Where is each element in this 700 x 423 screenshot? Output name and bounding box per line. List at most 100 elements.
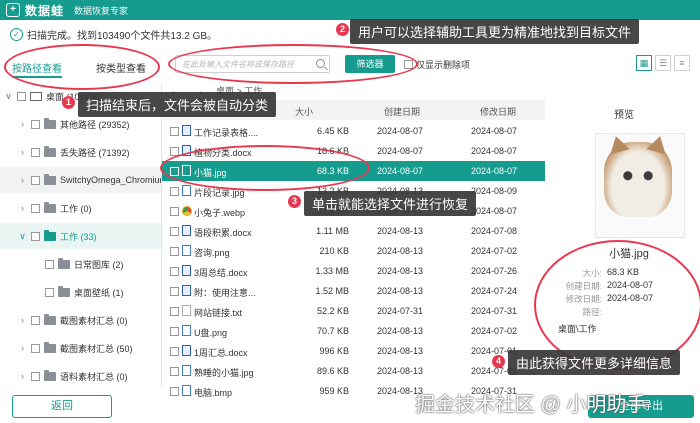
search-input[interactable] — [176, 56, 311, 72]
chevron-right-icon[interactable]: › — [18, 203, 27, 213]
only-deleted-checkbox[interactable] — [404, 60, 413, 69]
row-checkbox[interactable] — [170, 127, 179, 136]
only-deleted-toggle[interactable]: 仅显示删除项 — [404, 58, 470, 71]
list-view-icon[interactable]: ☰ — [655, 55, 671, 71]
view-mode-switch: ▦ ☰ ≡ — [636, 55, 690, 71]
tree-item-checkbox[interactable] — [31, 175, 40, 185]
row-checkbox[interactable] — [170, 347, 179, 356]
row-checkbox[interactable] — [170, 147, 179, 156]
row-checkbox[interactable] — [170, 287, 179, 296]
file-name: 咨询.png — [194, 248, 230, 258]
folder-icon — [44, 173, 56, 185]
search-icon[interactable] — [316, 59, 325, 68]
tab-by-path[interactable]: 按路径查看 — [12, 60, 62, 75]
table-row[interactable]: 附：使用注意... 1.52 MB 2024-08-13 2024-07-24 — [162, 281, 545, 301]
tree-item-checkbox[interactable] — [31, 371, 40, 381]
tree-item-label: 桌面壁纸 (1) — [74, 287, 124, 298]
row-checkbox[interactable] — [170, 387, 179, 396]
tree-item-checkbox[interactable] — [45, 287, 54, 297]
chevron-right-icon[interactable]: › — [18, 315, 27, 325]
row-checkbox[interactable] — [170, 327, 179, 336]
table-row[interactable]: 语段积累.docx 1.11 MB 2024-08-13 2024-07-08 — [162, 221, 545, 241]
tree-item[interactable]: › 截图素材汇总 (50) — [0, 335, 161, 361]
folder-icon — [44, 341, 56, 353]
file-created: 2024-08-07 — [377, 166, 424, 176]
column-created[interactable]: 创建日期 — [384, 105, 420, 118]
row-checkbox[interactable] — [170, 307, 179, 316]
row-checkbox[interactable] — [170, 227, 179, 236]
file-name: 语段积累.docx — [194, 228, 252, 238]
column-modified[interactable]: 修改日期 — [480, 105, 516, 118]
file-size: 68.3 KB — [316, 166, 349, 176]
row-checkbox[interactable] — [170, 167, 179, 176]
table-row[interactable]: 咨询.png 210 KB 2024-08-13 2024-07-02 — [162, 241, 545, 261]
file-name: 工作记录表格.... — [194, 128, 259, 138]
tree-item-checkbox[interactable] — [31, 231, 40, 241]
table-row[interactable]: 熟睡的小猫.jpg 89.6 KB 2024-08-13 2024-07-09 — [162, 361, 545, 381]
scan-status: ✓ 扫描完成。找到103490个文件共13.2 GB。 — [10, 25, 217, 43]
chevron-right-icon[interactable]: › — [18, 343, 27, 353]
tree-item[interactable]: › SwitchyOmega_Chromium — [0, 167, 162, 193]
file-modified: 2024-07-02 — [471, 246, 518, 256]
tree-item[interactable]: › 语料素材汇总 (0) — [0, 363, 161, 388]
tree-item-label: 工作 (0) — [60, 203, 92, 214]
document-file-icon — [182, 285, 191, 296]
table-row[interactable]: 网站链接.txt 52.2 KB 2024-07-31 2024-07-31 — [162, 301, 545, 321]
document-file-icon — [182, 265, 191, 276]
chevron-down-icon[interactable]: ∨ — [4, 91, 13, 102]
tree-item-checkbox[interactable] — [31, 315, 40, 325]
column-size[interactable]: 大小 — [295, 105, 313, 118]
filter-button[interactable]: 筛选器 — [345, 55, 395, 73]
tree-item[interactable]: 桌面壁纸 (1) — [0, 279, 161, 305]
chevron-right-icon[interactable]: › — [18, 119, 27, 129]
document-file-icon — [182, 125, 191, 136]
row-checkbox[interactable] — [170, 267, 179, 276]
callout-1: 扫描结束后，文件会被自动分类 — [78, 92, 277, 117]
chevron-down-icon[interactable]: ∨ — [18, 231, 27, 242]
row-checkbox[interactable] — [170, 207, 179, 216]
table-row[interactable]: 1周汇总.docx 996 KB 2024-08-13 2024-07-01 — [162, 341, 545, 361]
search-box[interactable] — [175, 55, 330, 73]
file-created: 2024-08-13 — [377, 326, 424, 336]
file-size: 959 KB — [319, 386, 349, 396]
row-checkbox[interactable] — [170, 187, 179, 196]
tree-item-checkbox[interactable] — [31, 147, 40, 157]
table-row[interactable]: 工作记录表格.... 6.45 KB 2024-08-07 2024-08-07 — [162, 121, 545, 141]
tree-item[interactable]: › 丢失路径 (71392) — [0, 139, 161, 165]
file-modified: 2024-07-02 — [471, 326, 518, 336]
callout-4: 由此获得文件更多详细信息 — [508, 350, 681, 375]
file-modified: 2024-07-24 — [471, 286, 518, 296]
grid-view-icon[interactable]: ▦ — [636, 55, 652, 71]
file-created: 2024-08-13 — [377, 246, 424, 256]
table-row[interactable]: 3周总结.docx 1.33 MB 2024-08-13 2024-07-26 — [162, 261, 545, 281]
table-row[interactable]: 植物分类.docx 18.6 KB 2024-08-07 2024-08-07 — [162, 141, 545, 161]
detail-label: 大小: — [582, 268, 602, 278]
tree-item-checkbox[interactable] — [31, 119, 40, 129]
row-checkbox[interactable] — [170, 367, 179, 376]
app-subtitle: 数据恢复专家 — [74, 5, 129, 16]
tree-item-checkbox[interactable] — [31, 343, 40, 353]
tree-item[interactable]: 日常图库 (2) — [0, 251, 161, 277]
chevron-right-icon[interactable]: › — [18, 175, 27, 185]
tree-item-label: SwitchyOmega_Chromium — [60, 175, 162, 185]
detail-view-icon[interactable]: ≡ — [674, 55, 690, 71]
file-size: 1.52 MB — [315, 286, 349, 296]
tree-item-checkbox[interactable] — [31, 203, 40, 213]
tree-item[interactable]: › 工作 (0) — [0, 195, 161, 221]
tab-by-type[interactable]: 按类型查看 — [96, 60, 146, 75]
tree-item-label: 日常图库 (2) — [74, 259, 124, 270]
preview-image — [595, 133, 685, 238]
row-checkbox[interactable] — [170, 247, 179, 256]
file-modified: 2024-07-31 — [471, 306, 518, 316]
tree-item[interactable]: › 截图素材汇总 (0) — [0, 307, 161, 333]
tree-item[interactable]: ∨ 工作 (33) — [0, 223, 161, 249]
tree-item-checkbox[interactable] — [45, 259, 54, 269]
chevron-right-icon[interactable]: › — [18, 147, 27, 157]
chevron-right-icon[interactable]: › — [18, 371, 27, 381]
tree-item-checkbox[interactable] — [17, 91, 26, 101]
table-row[interactable]: 小猫.jpg 68.3 KB 2024-08-07 2024-08-07 — [162, 161, 545, 181]
only-deleted-label: 仅显示删除项 — [416, 60, 471, 70]
table-row[interactable]: U盘.png 70.7 KB 2024-08-13 2024-07-02 — [162, 321, 545, 341]
app-name: 数据蛙 — [25, 3, 65, 18]
back-button[interactable]: 返回 — [12, 395, 112, 418]
